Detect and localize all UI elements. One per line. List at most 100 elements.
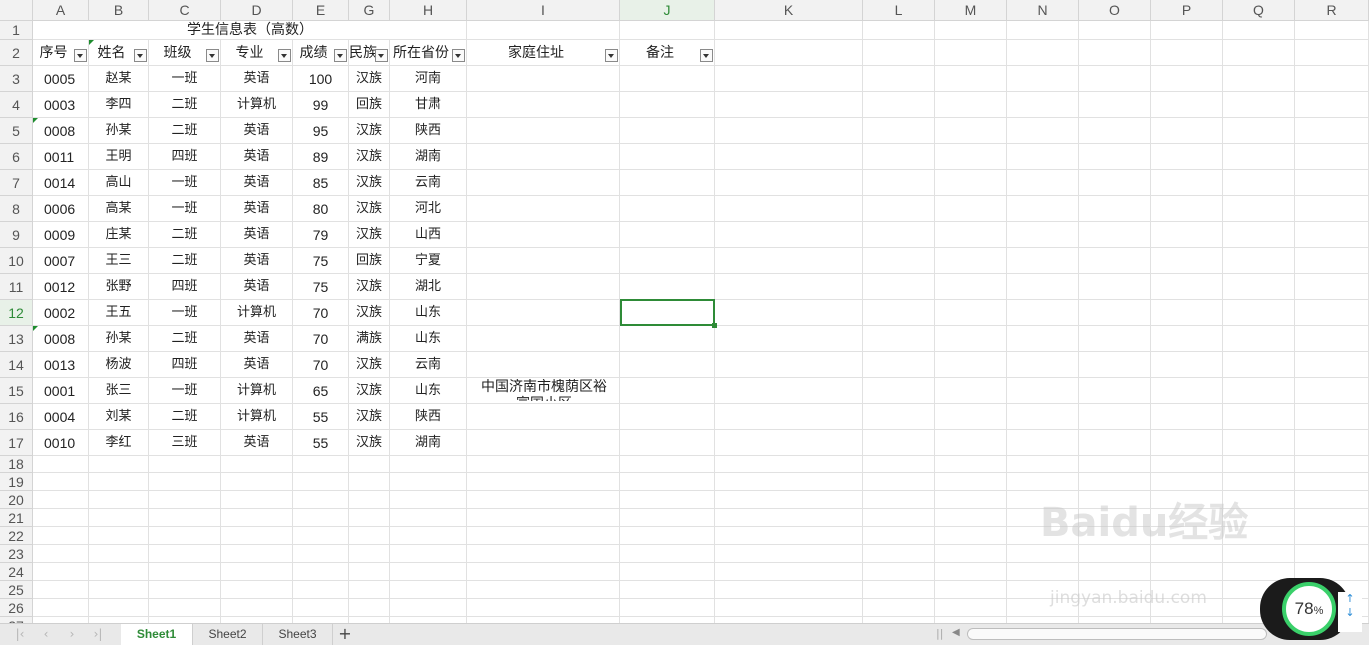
cell-j14[interactable] [620,352,715,378]
cell-q8[interactable] [1223,196,1295,222]
cell-a14[interactable]: 0013 [33,352,89,378]
cell-b24[interactable] [89,563,149,581]
cell-m21[interactable] [935,509,1007,527]
cell-p12[interactable] [1151,300,1223,326]
cell-e9[interactable]: 79 [293,222,349,248]
row-header-9[interactable]: 9 [0,222,33,248]
cell-e17[interactable]: 55 [293,430,349,456]
cell-o23[interactable] [1079,545,1151,563]
cell-a12[interactable]: 0002 [33,300,89,326]
cell-a9[interactable]: 0009 [33,222,89,248]
cell-k4[interactable] [715,92,863,118]
cell-n18[interactable] [1007,456,1079,473]
cell-o13[interactable] [1079,326,1151,352]
cell-i26[interactable] [467,599,620,617]
cell-l9[interactable] [863,222,935,248]
cell-j7[interactable] [620,170,715,196]
zoom-badge[interactable]: 78% [1282,582,1336,636]
cell-d17[interactable]: 英语 [221,430,293,456]
cell-q18[interactable] [1223,456,1295,473]
cell-r17[interactable] [1295,430,1369,456]
cell-l5[interactable] [863,118,935,144]
cell-g8[interactable]: 汉族 [349,196,390,222]
cell-l26[interactable] [863,599,935,617]
cell-h8[interactable]: 河北 [390,196,467,222]
cell-k17[interactable] [715,430,863,456]
cell-n7[interactable] [1007,170,1079,196]
cell-g6[interactable]: 汉族 [349,144,390,170]
cell-n26[interactable] [1007,599,1079,617]
cell-c10[interactable]: 二班 [149,248,221,274]
cell-a22[interactable] [33,527,89,545]
cell-g26[interactable] [349,599,390,617]
cell-l2[interactable] [863,40,935,66]
row-header-6[interactable]: 6 [0,144,33,170]
cell-h7[interactable]: 云南 [390,170,467,196]
cell-b6[interactable]: 王明 [89,144,149,170]
cell-k22[interactable] [715,527,863,545]
cell-q17[interactable] [1223,430,1295,456]
cell-p23[interactable] [1151,545,1223,563]
cell-i20[interactable] [467,491,620,509]
home-address-cell[interactable]: 中国济南市槐荫区裕富国小区 [478,379,610,401]
cell-q21[interactable] [1223,509,1295,527]
cell-n5[interactable] [1007,118,1079,144]
cell-h26[interactable] [390,599,467,617]
cell-k20[interactable] [715,491,863,509]
cell-a11[interactable]: 0012 [33,274,89,300]
column-header-r[interactable]: R [1295,0,1369,21]
cell-g5[interactable]: 汉族 [349,118,390,144]
row-header-22[interactable]: 22 [0,527,33,545]
row-header-10[interactable]: 10 [0,248,33,274]
cell-o18[interactable] [1079,456,1151,473]
cell-j6[interactable] [620,144,715,170]
cell-r18[interactable] [1295,456,1369,473]
cell-j26[interactable] [620,599,715,617]
cell-h13[interactable]: 山东 [390,326,467,352]
cell-g13[interactable]: 满族 [349,326,390,352]
cell-i24[interactable] [467,563,620,581]
cell-n4[interactable] [1007,92,1079,118]
cell-n10[interactable] [1007,248,1079,274]
cell-d19[interactable] [221,473,293,491]
cell-m22[interactable] [935,527,1007,545]
cell-l21[interactable] [863,509,935,527]
cell-d11[interactable]: 英语 [221,274,293,300]
cell-r23[interactable] [1295,545,1369,563]
cell-g3[interactable]: 汉族 [349,66,390,92]
cell-i8[interactable] [467,196,620,222]
cell-g24[interactable] [349,563,390,581]
cell-b18[interactable] [89,456,149,473]
cell-d12[interactable]: 计算机 [221,300,293,326]
cell-h21[interactable] [390,509,467,527]
cell-i4[interactable] [467,92,620,118]
cell-q5[interactable] [1223,118,1295,144]
cell-k18[interactable] [715,456,863,473]
cell-b15[interactable]: 张三 [89,378,149,404]
cell-o6[interactable] [1079,144,1151,170]
cell-h18[interactable] [390,456,467,473]
cell-a15[interactable]: 0001 [33,378,89,404]
cell-j4[interactable] [620,92,715,118]
cell-r11[interactable] [1295,274,1369,300]
cell-m23[interactable] [935,545,1007,563]
cell-l8[interactable] [863,196,935,222]
cell-k23[interactable] [715,545,863,563]
cell-l7[interactable] [863,170,935,196]
cell-m11[interactable] [935,274,1007,300]
cell-g20[interactable] [349,491,390,509]
cell-n14[interactable] [1007,352,1079,378]
cell-g15[interactable]: 汉族 [349,378,390,404]
cell-i17[interactable] [467,430,620,456]
cell-j1[interactable] [620,21,715,40]
cell-e16[interactable]: 55 [293,404,349,430]
cell-i21[interactable] [467,509,620,527]
cell-p26[interactable] [1151,599,1223,617]
cell-g10[interactable]: 回族 [349,248,390,274]
cell-c4[interactable]: 二班 [149,92,221,118]
cell-a18[interactable] [33,456,89,473]
cell-n1[interactable] [1007,21,1079,40]
cell-i1[interactable] [467,21,620,40]
column-header-b[interactable]: B [89,0,149,21]
cell-c16[interactable]: 二班 [149,404,221,430]
